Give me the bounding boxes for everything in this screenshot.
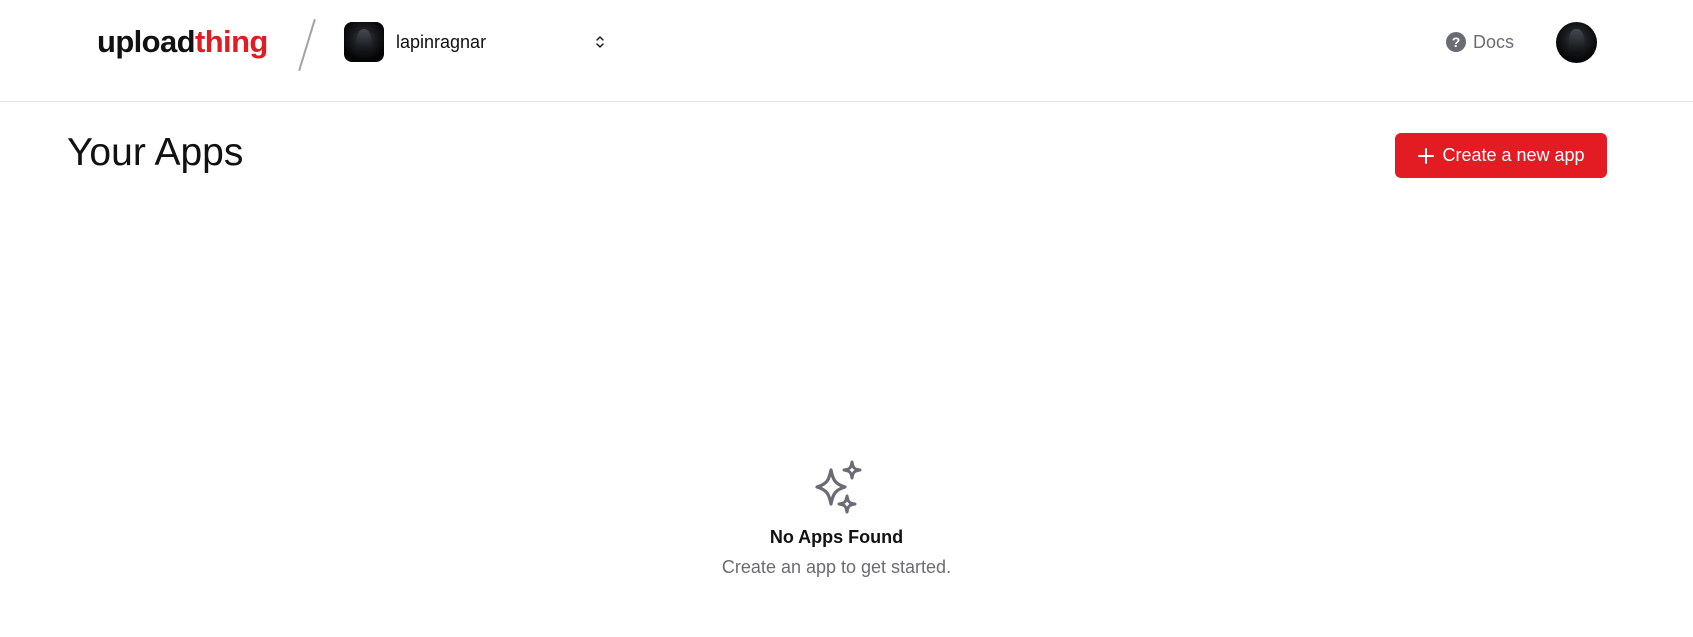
- sparkles-icon: [814, 460, 861, 514]
- team-avatar: [344, 22, 384, 62]
- uploadthing-logo[interactable]: uploadthing: [97, 24, 268, 60]
- create-new-app-label: Create a new app: [1442, 145, 1585, 165]
- create-new-app-button[interactable]: Create a new app: [1395, 133, 1607, 178]
- empty-state-title: No Apps Found: [769, 527, 904, 547]
- question-circle-icon: ?: [1446, 32, 1466, 52]
- empty-state: No Apps Found Create an app to get start…: [0, 460, 1673, 578]
- docs-label: Docs: [1473, 31, 1515, 52]
- chevron-up-down-icon: [592, 32, 608, 52]
- team-switcher[interactable]: lapinragnar: [344, 21, 608, 63]
- top-navigation-bar: uploadthing lapinragnar ? Docs: [0, 0, 1693, 102]
- page-title: Your Apps: [67, 131, 244, 174]
- plus-icon: [1417, 147, 1435, 165]
- docs-link[interactable]: ? Docs: [1446, 29, 1514, 55]
- user-avatar-button[interactable]: [1556, 22, 1597, 63]
- logo-text-upload: upload: [97, 24, 196, 59]
- team-name: lapinragnar: [396, 31, 487, 52]
- logo-text-thing: thing: [195, 24, 268, 59]
- breadcrumb-separator: [298, 18, 316, 72]
- empty-state-subtitle: Create an app to get started.: [721, 557, 952, 577]
